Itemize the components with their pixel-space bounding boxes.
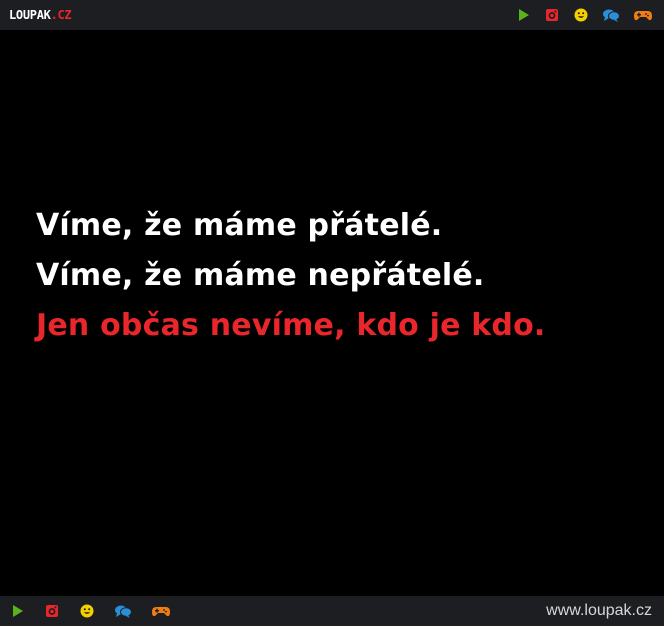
- bottom-icon-group: [9, 603, 171, 619]
- logo-text: LOUPAK: [9, 8, 51, 22]
- instagram-icon[interactable]: [544, 7, 560, 23]
- chat-icon[interactable]: [114, 603, 132, 619]
- play-icon[interactable]: [9, 603, 25, 619]
- quote-line-2: Víme, že máme nepřátelé.: [36, 258, 485, 293]
- gamepad-icon[interactable]: [151, 603, 171, 619]
- site-url[interactable]: www.loupak.cz: [546, 602, 652, 620]
- site-logo[interactable]: LOUPAK.CZ: [9, 8, 72, 22]
- chat-icon[interactable]: [602, 7, 620, 23]
- quote-text: Víme, že máme přátelé. Víme, že máme nep…: [36, 201, 546, 351]
- gamepad-icon[interactable]: [633, 7, 653, 23]
- top-icon-group: [515, 7, 653, 23]
- smiley-icon[interactable]: [79, 603, 95, 619]
- quote-line-1: Víme, že máme přátelé.: [36, 208, 443, 243]
- top-bar: LOUPAK.CZ: [0, 0, 664, 30]
- bottom-bar: www.loupak.cz: [0, 596, 664, 626]
- logo-suffix: .CZ: [50, 8, 72, 22]
- quote-line-3: Jen občas nevíme, kdo je kdo.: [36, 308, 546, 343]
- play-icon[interactable]: [515, 7, 531, 23]
- instagram-icon[interactable]: [44, 603, 60, 619]
- smiley-icon[interactable]: [573, 7, 589, 23]
